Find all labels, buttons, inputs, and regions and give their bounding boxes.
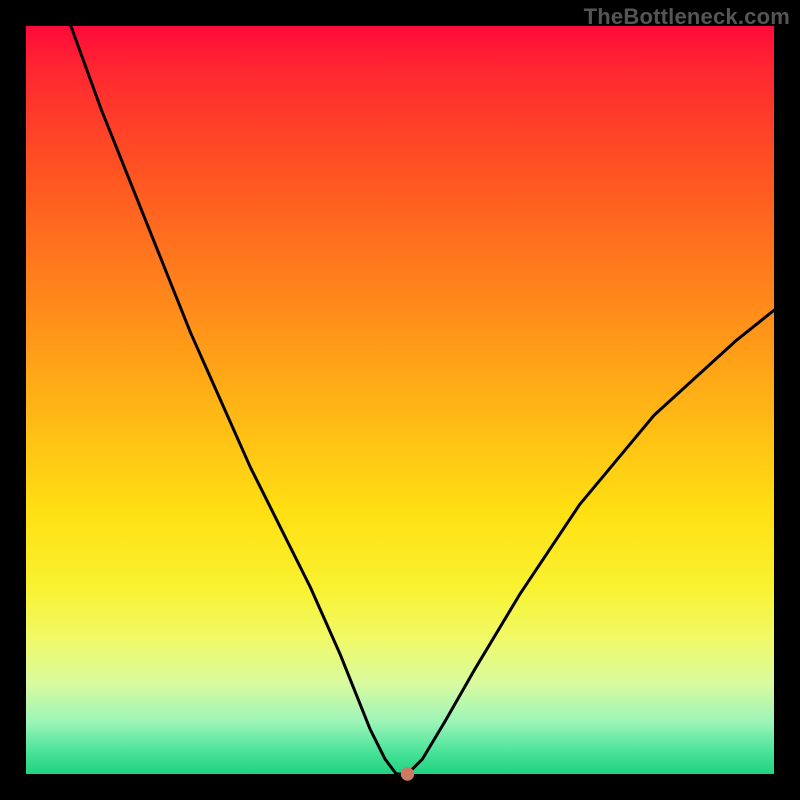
- bottleneck-curve: [71, 26, 774, 774]
- plot-area: [26, 26, 774, 774]
- chart-frame: TheBottleneck.com: [0, 0, 800, 800]
- optimum-marker: [401, 767, 414, 780]
- chart-svg: [26, 26, 774, 774]
